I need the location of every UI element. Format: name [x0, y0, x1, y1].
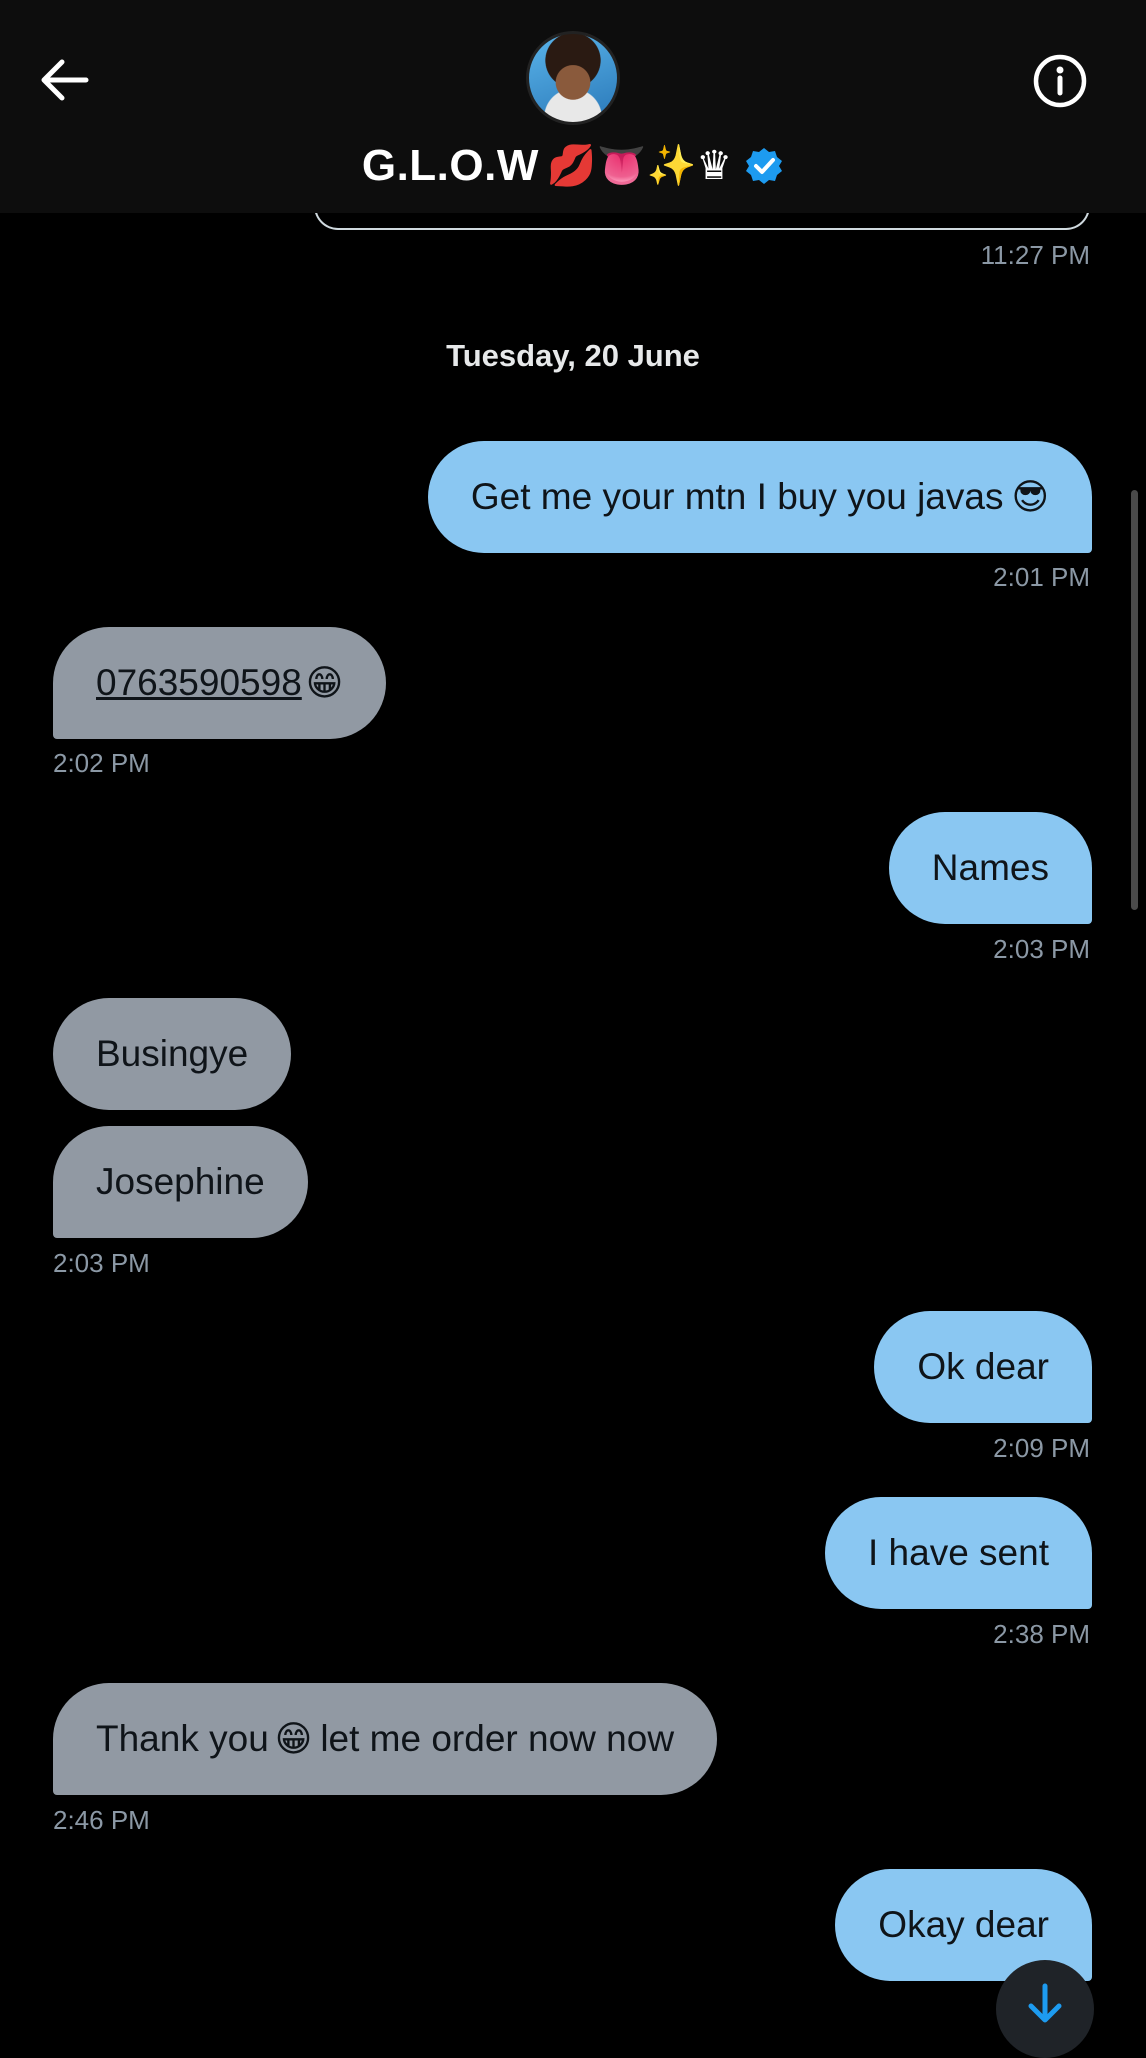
arrow-left-icon — [41, 59, 89, 101]
message-timestamp: 2:01 PM — [993, 562, 1090, 592]
message-text: let me order now now — [320, 1718, 675, 1759]
scroll-to-bottom-button[interactable] — [996, 1960, 1094, 2058]
arrow-down-icon — [1028, 1983, 1062, 2023]
contact-name: G.L.O.W — [361, 141, 539, 190]
message-timestamp: 2:03 PM — [993, 934, 1090, 964]
phone-number-link[interactable]: 0763590598 — [96, 662, 302, 704]
message-text: Get me your mtn I buy you javas — [470, 476, 1004, 517]
avatar[interactable] — [526, 31, 620, 125]
message-bubble-received[interactable]: Josephine — [53, 1126, 308, 1238]
message-timestamp: 2:03 PM — [53, 1248, 150, 1278]
message-timestamp: 11:27 PM — [980, 240, 1090, 270]
message-bubble-received[interactable]: Busingye — [53, 998, 292, 1110]
message-text: Josephine — [96, 1161, 265, 1202]
message-bubble-sent[interactable]: I have sent — [824, 1497, 1092, 1609]
date-separator: Tuesday, 20 June — [446, 338, 700, 373]
contact-name-emojis: 💋👅✨♛ — [546, 144, 733, 188]
conversation-title[interactable]: G.L.O.W 💋👅✨♛ — [0, 136, 1146, 196]
message-text: Thank you — [96, 1718, 269, 1759]
message-emoji: 😎 — [1011, 476, 1049, 517]
scrollbar[interactable] — [1131, 490, 1138, 910]
info-button[interactable] — [1031, 52, 1089, 110]
message-timestamp: 2:09 PM — [993, 1433, 1090, 1463]
message-text: Ok dear — [917, 1346, 1049, 1387]
message-bubble-received[interactable]: Thank you 😁 let me order now now — [53, 1683, 718, 1795]
message-text: Names — [931, 847, 1049, 888]
verified-badge-icon — [746, 148, 783, 184]
message-text: Busingye — [96, 1033, 249, 1074]
message-bubble-sent[interactable]: Ok dear — [874, 1311, 1092, 1423]
message-bubble-sent[interactable]: Get me your mtn I buy you javas 😎 — [427, 441, 1092, 553]
message-text: I have sent — [867, 1532, 1049, 1573]
message-bubble-received[interactable]: 0763590598 😁 — [53, 627, 387, 739]
message-emoji: 😁 — [305, 662, 344, 703]
message-bubble-sent[interactable]: Names — [888, 812, 1092, 924]
conversation-header: G.L.O.W 💋👅✨♛ — [0, 0, 1146, 213]
back-button[interactable] — [36, 52, 92, 108]
message-timestamp: 2:38 PM — [993, 1619, 1090, 1649]
message-text: Okay dear — [878, 1904, 1049, 1945]
info-circle-icon — [1033, 54, 1087, 108]
message-emoji: 😁 — [274, 1718, 313, 1759]
message-timestamp: 2:46 PM — [53, 1805, 150, 1835]
message-timestamp: 2:02 PM — [53, 748, 150, 778]
